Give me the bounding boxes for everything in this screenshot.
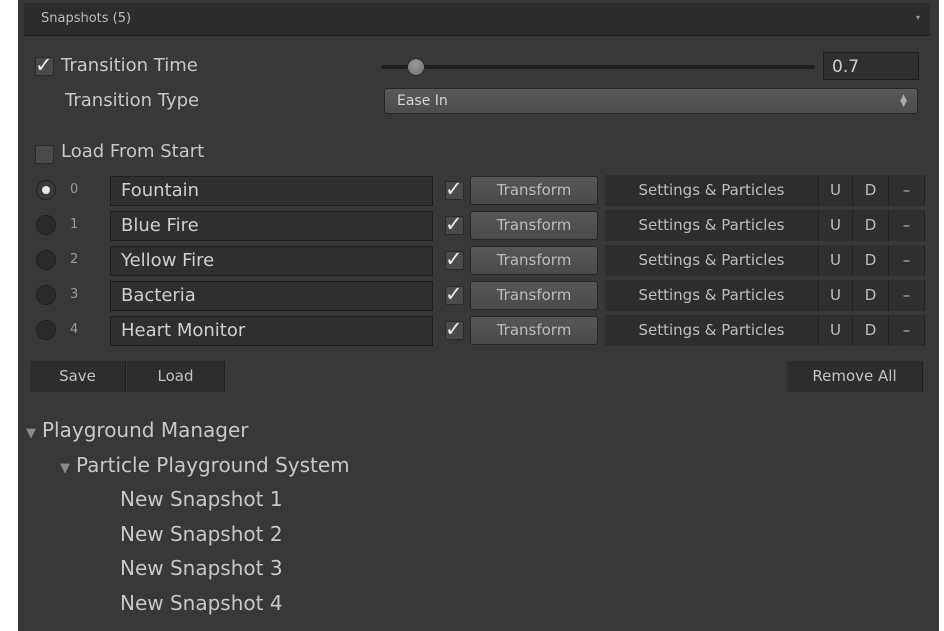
settings-particles-button[interactable]: Settings & Particles	[605, 280, 819, 311]
select-arrows-icon: ▲ ▼	[900, 93, 907, 109]
move-down-button[interactable]: D	[853, 280, 889, 311]
transform-checkbox[interactable]: ✓	[445, 317, 464, 341]
triangle-down-icon: ▼	[26, 426, 36, 441]
triangle-down-icon: ▼	[60, 461, 70, 476]
remove-all-button[interactable]: Remove All	[787, 361, 923, 392]
snapshot-name-field[interactable]: Bacteria	[110, 281, 433, 311]
remove-snapshot-button[interactable]: –	[889, 175, 925, 206]
snapshot-name-field[interactable]: Yellow Fire	[110, 246, 433, 276]
transition-time-label: Transition Time	[61, 55, 198, 76]
tree-item-snapshot[interactable]: New Snapshot 4	[120, 591, 283, 615]
move-down-button[interactable]: D	[853, 210, 889, 241]
remove-snapshot-button[interactable]: –	[889, 245, 925, 276]
tree-item-snapshot[interactable]: New Snapshot 1	[120, 487, 283, 511]
settings-particles-button[interactable]: Settings & Particles	[605, 175, 819, 206]
dropdown-arrow-icon: ▾	[915, 13, 920, 22]
snapshot-name-field[interactable]: Fountain	[110, 176, 433, 206]
transform-button[interactable]: Transform	[470, 281, 598, 310]
snapshot-index: 0	[70, 182, 79, 197]
settings-particles-button[interactable]: Settings & Particles	[605, 315, 819, 346]
transform-checkbox[interactable]: ✓	[445, 282, 464, 306]
transform-button[interactable]: Transform	[470, 211, 598, 240]
tree-item-snapshot[interactable]: New Snapshot 2	[120, 522, 283, 546]
move-up-button[interactable]: U	[819, 210, 853, 241]
snapshot-radio[interactable]	[36, 250, 56, 270]
transition-type-select[interactable]: Ease In ▲ ▼	[384, 88, 918, 114]
tree-item-label: Particle Playground System	[76, 453, 350, 477]
load-button[interactable]: Load	[127, 361, 225, 392]
load-from-start-label: Load From Start	[61, 141, 205, 162]
transform-checkbox[interactable]: ✓	[445, 177, 464, 201]
move-up-button[interactable]: U	[819, 280, 853, 311]
check-icon: ✓	[445, 177, 463, 201]
check-icon: ✓	[445, 247, 463, 271]
remove-snapshot-button[interactable]: –	[889, 280, 925, 311]
transform-button[interactable]: Transform	[470, 316, 598, 345]
move-down-button[interactable]: D	[853, 175, 889, 206]
snapshots-header[interactable]: Snapshots (5) ▾	[24, 3, 930, 36]
transition-type-value: Ease In	[397, 93, 448, 109]
remove-snapshot-button[interactable]: –	[889, 315, 925, 346]
load-from-start-checkbox[interactable]	[35, 145, 54, 164]
move-up-button[interactable]: U	[819, 245, 853, 276]
save-button[interactable]: Save	[30, 361, 126, 392]
check-icon: ✓	[445, 317, 463, 341]
snapshot-name-field[interactable]: Blue Fire	[110, 211, 433, 241]
transform-button[interactable]: Transform	[470, 176, 598, 205]
check-icon: ✓	[445, 282, 463, 306]
move-down-button[interactable]: D	[853, 245, 889, 276]
transition-type-label: Transition Type	[65, 90, 200, 111]
transition-time-slider[interactable]	[381, 65, 815, 69]
transition-time-checkbox[interactable]: ✓	[35, 53, 54, 77]
remove-snapshot-button[interactable]: –	[889, 210, 925, 241]
snapshot-name-field[interactable]: Heart Monitor	[110, 316, 433, 346]
settings-particles-button[interactable]: Settings & Particles	[605, 245, 819, 276]
check-icon: ✓	[35, 53, 53, 77]
move-down-button[interactable]: D	[853, 315, 889, 346]
transform-checkbox[interactable]: ✓	[445, 212, 464, 236]
transition-time-slider-thumb[interactable]	[407, 58, 425, 76]
snapshots-title: Snapshots (5)	[41, 11, 132, 26]
snapshot-radio[interactable]	[36, 215, 56, 235]
snapshot-index: 1	[70, 217, 79, 232]
tree-item-snapshot[interactable]: New Snapshot 3	[120, 556, 283, 580]
tree-item-label: Playground Manager	[42, 418, 249, 442]
tree-item-playground-manager[interactable]: ▼ Playground Manager	[26, 418, 249, 442]
tree-item-particle-playground-system[interactable]: ▼ Particle Playground System	[60, 453, 350, 477]
move-up-button[interactable]: U	[819, 315, 853, 346]
check-icon: ✓	[445, 212, 463, 236]
snapshot-radio[interactable]	[36, 285, 56, 305]
transform-checkbox[interactable]: ✓	[445, 247, 464, 271]
snapshot-index: 3	[70, 287, 79, 302]
transform-button[interactable]: Transform	[470, 246, 598, 275]
snapshot-index: 2	[70, 252, 79, 267]
transition-time-field[interactable]: 0.7	[823, 52, 919, 80]
snapshot-radio[interactable]	[36, 180, 56, 200]
snapshot-index: 4	[70, 322, 79, 337]
settings-particles-button[interactable]: Settings & Particles	[605, 210, 819, 241]
move-up-button[interactable]: U	[819, 175, 853, 206]
snapshot-radio[interactable]	[36, 320, 56, 340]
